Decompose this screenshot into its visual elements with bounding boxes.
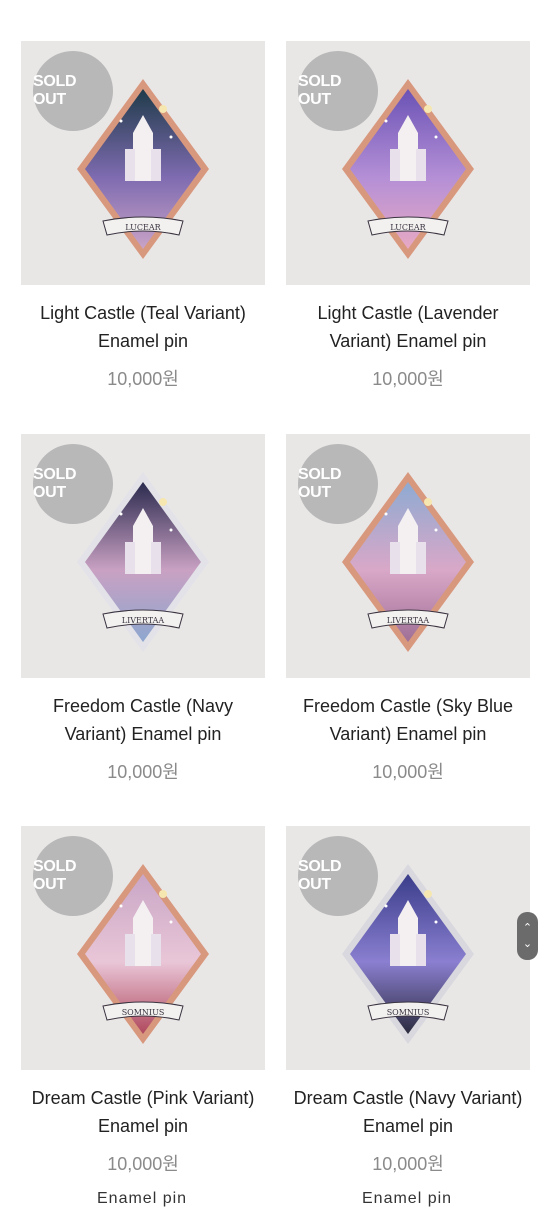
svg-text:SOMNIUS: SOMNIUS bbox=[122, 1008, 165, 1017]
next-row-title-cut: Enamel pin bbox=[97, 1190, 188, 1207]
chevron-down-icon[interactable]: ⌄ bbox=[523, 936, 532, 952]
product-image-wrap[interactable]: SOMNIUS SOLD OUT bbox=[286, 826, 530, 1070]
next-row-title-cut: Enamel pin bbox=[362, 1190, 453, 1207]
product-card[interactable]: SOMNIUS SOLD OUT Dream Castle (Navy Vari… bbox=[286, 826, 530, 1176]
product-price: 10,000원 bbox=[372, 762, 444, 782]
product-grid: LUCEAR SOLD OUT Light Castle (Teal Varia… bbox=[0, 0, 550, 1200]
sold-out-badge: SOLD OUT bbox=[33, 836, 113, 916]
product-image-wrap[interactable]: LUCEAR SOLD OUT bbox=[286, 41, 530, 285]
sold-out-badge: SOLD OUT bbox=[33, 51, 113, 131]
product-price: 10,000원 bbox=[107, 762, 179, 782]
product-image-wrap[interactable]: LUCEAR SOLD OUT bbox=[21, 41, 265, 285]
product-card[interactable]: LUCEAR SOLD OUT Light Castle (Lavender V… bbox=[286, 41, 530, 391]
product-price: 10,000원 bbox=[372, 369, 444, 389]
svg-text:LUCEAR: LUCEAR bbox=[390, 223, 426, 232]
product-title[interactable]: Dream Castle (Navy Variant) Enamel pin bbox=[286, 1084, 530, 1140]
product-title[interactable]: Light Castle (Teal Variant) Enamel pin bbox=[21, 299, 265, 355]
product-card[interactable]: SOMNIUS SOLD OUT Dream Castle (Pink Vari… bbox=[21, 826, 265, 1176]
product-title[interactable]: Dream Castle (Pink Variant) Enamel pin bbox=[21, 1084, 265, 1140]
svg-text:LIVERTAA: LIVERTAA bbox=[387, 616, 430, 625]
product-image-wrap[interactable]: LIVERTAA SOLD OUT bbox=[21, 434, 265, 678]
sold-out-badge: SOLD OUT bbox=[33, 444, 113, 524]
product-title[interactable]: Light Castle (Lavender Variant) Enamel p… bbox=[286, 299, 530, 355]
product-image-wrap[interactable]: LIVERTAA SOLD OUT bbox=[286, 434, 530, 678]
product-title[interactable]: Freedom Castle (Navy Variant) Enamel pin bbox=[21, 692, 265, 748]
sold-out-badge: SOLD OUT bbox=[298, 444, 378, 524]
product-price: 10,000원 bbox=[107, 369, 179, 389]
product-title[interactable]: Freedom Castle (Sky Blue Variant) Enamel… bbox=[286, 692, 530, 748]
product-card[interactable]: LIVERTAA SOLD OUT Freedom Castle (Navy V… bbox=[21, 434, 265, 784]
svg-text:SOMNIUS: SOMNIUS bbox=[387, 1008, 430, 1017]
scroll-nav-button[interactable]: ⌃ ⌄ bbox=[517, 912, 538, 960]
product-card[interactable]: LUCEAR SOLD OUT Light Castle (Teal Varia… bbox=[21, 41, 265, 391]
svg-text:LIVERTAA: LIVERTAA bbox=[122, 616, 165, 625]
chevron-up-icon[interactable]: ⌃ bbox=[523, 920, 532, 936]
product-price: 10,000원 bbox=[372, 1154, 444, 1174]
sold-out-badge: SOLD OUT bbox=[298, 51, 378, 131]
product-price: 10,000원 bbox=[107, 1154, 179, 1174]
sold-out-badge: SOLD OUT bbox=[298, 836, 378, 916]
product-image-wrap[interactable]: SOMNIUS SOLD OUT bbox=[21, 826, 265, 1070]
product-card[interactable]: LIVERTAA SOLD OUT Freedom Castle (Sky Bl… bbox=[286, 434, 530, 784]
svg-text:LUCEAR: LUCEAR bbox=[125, 223, 161, 232]
